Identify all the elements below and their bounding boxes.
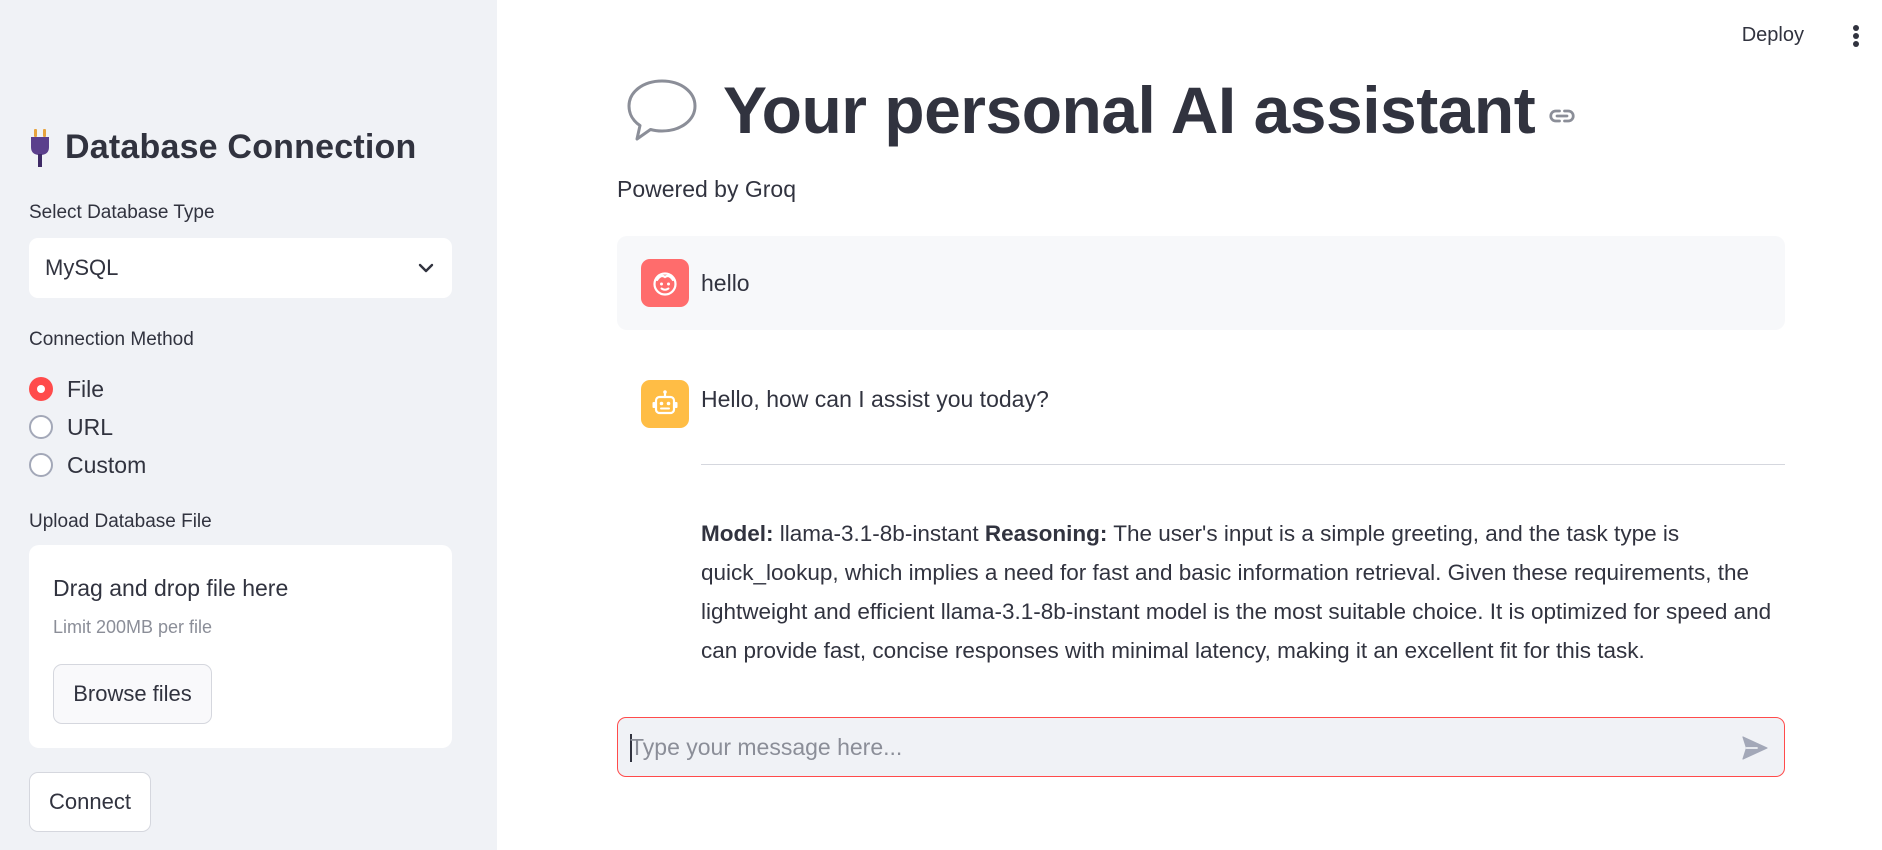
browse-files-button[interactable]: Browse files [53,664,212,724]
connection-method-label: Connection Method [29,329,194,350]
dropzone-text: Drag and drop file here [53,575,289,601]
connection-method-radio-group: File URL Custom [29,370,146,484]
radio-label-url: URL [67,413,114,440]
avatar [641,380,689,428]
radio-url[interactable]: URL [29,408,146,446]
upload-label: Upload Database File [29,511,212,532]
model-reasoning-text: Model: llama-3.1-8b-instant Reasoning: T… [701,514,1791,670]
avatar [641,259,689,307]
model-value: llama-3.1-8b-instant [779,521,979,546]
chevron-down-icon [418,263,434,273]
chat-message-assistant: Hello, how can I assist you today? Model… [617,360,1785,680]
send-icon[interactable] [1740,733,1770,763]
sidebar-title: Database Connection [65,128,417,166]
deploy-button[interactable]: Deploy [1742,24,1804,47]
sidebar: Database Connection Select Database Type… [0,0,497,850]
radio-label-custom: Custom [67,451,147,478]
file-dropzone[interactable]: Drag and drop file here Limit 200MB per … [29,545,452,748]
message-divider [701,464,1785,465]
reasoning-label: Reasoning: [984,521,1108,546]
connect-button[interactable]: Connect [29,772,151,832]
speech-bubble-icon [627,79,697,141]
main-menu-icon[interactable] [1846,22,1866,50]
chat-input[interactable] [630,718,1710,776]
radio-unchecked-indicator [29,415,53,439]
dropzone-limit: Limit 200MB per file [53,617,213,637]
message-text: Hello, how can I assist you today? [701,386,1049,412]
sidebar-header: Database Connection [29,128,416,167]
chat-message-user: hello [617,236,1785,330]
page-title: Your personal AI assistant [723,73,1536,147]
anchor-link-icon[interactable] [1547,101,1577,131]
radio-checked-indicator [29,377,53,401]
radio-custom[interactable]: Custom [29,446,146,484]
robot-icon [652,390,678,415]
user-face-icon [653,272,677,296]
radio-unchecked-indicator [29,453,53,477]
radio-file[interactable]: File [29,370,146,408]
db-type-label: Select Database Type [29,202,215,223]
chat-input-box[interactable] [617,717,1785,777]
model-label: Model: [701,521,774,546]
db-type-value: MySQL [45,255,119,280]
page-title-row: Your personal AI assistant [625,72,1577,148]
radio-label-file: File [67,375,105,402]
main-content: Deploy Your personal AI assistant Powere… [497,0,1882,850]
message-text: hello [701,270,750,296]
plug-icon [31,128,49,167]
page-subtitle: Powered by Groq [617,176,796,202]
db-type-select[interactable]: MySQL [29,238,452,298]
